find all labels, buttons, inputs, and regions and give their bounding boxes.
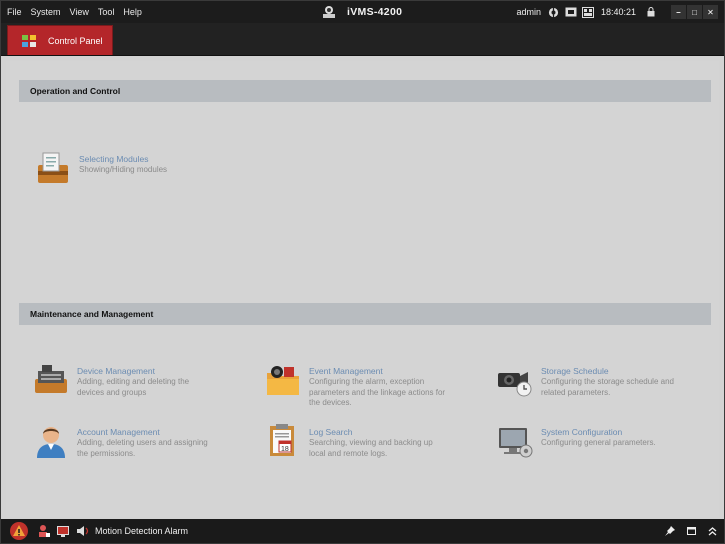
menu-tool[interactable]: Tool [98,7,115,17]
alarm-icon[interactable] [9,521,29,541]
module-system-configuration[interactable]: System Configuration Configuring general… [496,422,656,460]
monitor-alarm-icon[interactable] [56,524,70,538]
device-management-icon [35,365,67,393]
tab-bar: Control Panel [1,23,724,56]
module-event-management[interactable]: Event Management Configuring the alarm, … [264,361,445,409]
network-icon[interactable] [548,6,560,18]
module-desc-line: parameters and the linkage actions for [309,387,446,397]
close-icon[interactable]: ✕ [703,5,718,19]
module-title[interactable]: System Configuration [541,427,656,438]
camera-logo-icon [323,6,335,18]
lock-icon[interactable] [645,6,657,18]
module-storage-schedule[interactable]: Storage Schedule Configuring the storage… [496,361,674,399]
module-desc: Showing/Hiding modules [79,165,168,174]
menu-bar: File System View Tool Help [7,1,151,23]
module-desc-line: Adding, editing and deleting the [77,377,190,386]
expand-up-icon[interactable] [706,525,718,537]
control-panel-grid-icon [22,34,36,47]
module-title[interactable]: Account Management [77,427,208,438]
storage-schedule-icon [498,372,532,397]
clock: 18:40:21 [600,7,636,17]
log-search-icon: 18 [270,424,294,456]
module-desc-line: devices and groups [77,387,147,397]
alarm-label: Motion Detection Alarm [95,526,189,536]
user-name: admin [516,7,541,17]
memory-icon[interactable] [581,6,594,18]
section-title: Maintenance and Management [30,309,154,319]
module-title[interactable]: Event Management [309,366,445,377]
module-title[interactable]: Log Search [309,427,433,438]
module-log-search[interactable]: 18 Log Search Searching, viewing and bac… [264,422,433,460]
app-window: File System View Tool Help iVMS-4200 adm… [0,0,725,544]
module-desc-line: related parameters. [541,387,611,397]
module-desc-line: Configuring general parameters. [541,438,656,447]
module-desc-line: Configuring the storage schedule and [541,377,674,386]
title-bar: File System View Tool Help iVMS-4200 adm… [1,1,724,23]
maximize-icon[interactable]: □ [687,5,702,19]
title-status: admin 18:40:21 – □ ✕ [516,1,718,23]
module-desc-line: Searching, viewing and backing up [309,438,433,447]
restore-icon[interactable] [685,525,697,537]
svg-text:18: 18 [281,446,289,453]
module-device-management[interactable]: Device Management Adding, editing and de… [32,361,189,399]
menu-view[interactable]: View [70,7,89,17]
tab-label: Control Panel [48,35,103,46]
app-title-text: iVMS-4200 [347,6,403,18]
account-management-icon [37,427,65,458]
app-title: iVMS-4200 [321,1,402,23]
window-controls: – □ ✕ [670,5,718,19]
cpu-icon[interactable] [565,6,577,18]
status-bar: Motion Detection Alarm [1,519,724,543]
status-bar-left: Motion Detection Alarm [9,519,188,543]
module-desc-line: the devices. [309,398,352,407]
menu-system[interactable]: System [31,7,61,17]
section-maintenance-management: Maintenance and Management [19,303,711,325]
tab-control-panel[interactable]: Control Panel [7,25,113,55]
module-account-management[interactable]: Account Management Adding, deleting user… [32,422,208,460]
event-management-icon [267,366,299,395]
module-desc-line: the permissions. [77,448,136,458]
module-desc-line: local and remote logs. [309,448,388,458]
minimize-icon[interactable]: – [671,5,686,19]
system-configuration-icon [499,428,533,458]
alarm-user-icon[interactable] [37,524,51,538]
selecting-modules-icon [38,152,68,183]
control-panel-content: Operation and Control Selecting Modules … [6,61,719,517]
menu-help[interactable]: Help [123,7,142,17]
module-selecting-modules[interactable]: Selecting Modules Showing/Hiding modules [34,149,167,187]
pin-icon[interactable] [664,525,676,537]
module-title[interactable]: Storage Schedule [541,366,674,377]
section-title: Operation and Control [30,86,121,96]
module-title[interactable]: Selecting Modules [79,154,167,165]
module-title[interactable]: Device Management [77,366,189,377]
module-desc-line: Configuring the alarm, exception [309,377,425,386]
module-desc-line: Adding, deleting users and assigning [77,438,208,447]
sound-icon[interactable] [75,524,89,538]
status-bar-right [655,519,718,543]
section-operation-control: Operation and Control [19,80,711,102]
menu-file[interactable]: File [7,7,22,17]
